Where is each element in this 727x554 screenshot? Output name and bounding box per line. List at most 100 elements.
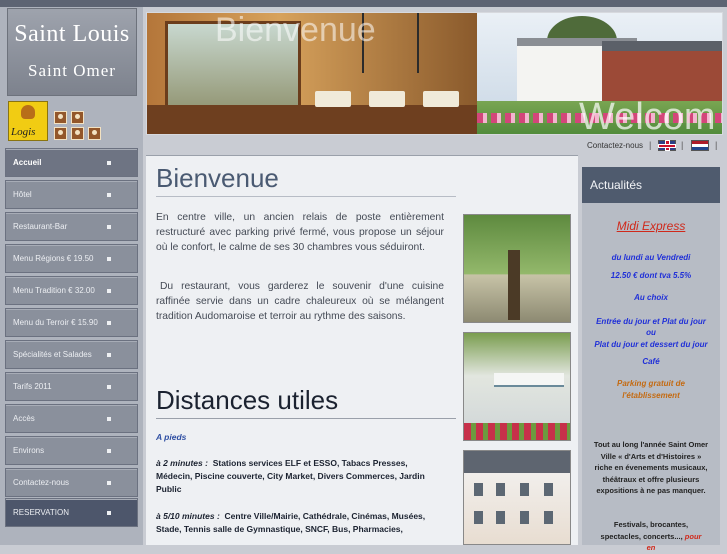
logis-logo: Logis bbox=[8, 101, 48, 141]
menu-item-menu-terroir[interactable]: Menu du Terroir € 15.90 bbox=[5, 308, 138, 337]
distance-2-minutes: à 2 minutes : Stations services ELF et E… bbox=[156, 457, 446, 496]
menu-item-hotel[interactable]: Hôtel bbox=[5, 180, 138, 209]
banner-overlay-text: Bienvenue bbox=[215, 12, 376, 49]
menu-item-contact[interactable]: Contactez-nous bbox=[5, 468, 138, 497]
window bbox=[520, 483, 529, 496]
distances-title: Distances utiles bbox=[156, 385, 339, 415]
separator: | bbox=[715, 140, 718, 150]
intro-paragraph: En centre ville, un ancien relais de pos… bbox=[156, 212, 444, 253]
bullet-icon bbox=[107, 289, 111, 293]
window bbox=[496, 483, 505, 496]
chimney-rating-icon bbox=[71, 111, 84, 124]
menu-item-environs[interactable]: Environs bbox=[5, 436, 138, 465]
logo-line-1: Saint Louis bbox=[14, 21, 130, 47]
midi-express-link[interactable]: Midi Express bbox=[582, 219, 720, 233]
walking-subtitle: A pieds bbox=[156, 432, 187, 442]
dutch-flag-icon[interactable] bbox=[691, 140, 709, 151]
bullet-icon bbox=[107, 225, 111, 229]
parking-note: Parking gratuit de l'établissement bbox=[616, 379, 685, 400]
dining-table bbox=[315, 91, 351, 107]
menu-item-tarifs[interactable]: Tarifs 2011 bbox=[5, 372, 138, 401]
window bbox=[544, 511, 553, 524]
menu-label: Spécialités et Salades bbox=[13, 350, 92, 359]
festivals-note: Festivals, brocantes, spectacles, concer… bbox=[582, 519, 720, 554]
chimney-rating-icon bbox=[54, 127, 67, 140]
divider bbox=[156, 196, 456, 197]
menu-item-menu-tradition[interactable]: Menu Tradition € 32.00 bbox=[5, 276, 138, 305]
dining-table bbox=[369, 91, 405, 107]
header-banner: Bienvenue Welcom bbox=[146, 12, 723, 135]
menu-item-specialites[interactable]: Spécialités et Salades bbox=[5, 340, 138, 369]
bullet-icon bbox=[107, 385, 111, 389]
menu-item-reservation[interactable]: RESERVATION bbox=[5, 498, 138, 527]
restaurant-paragraph: Du restaurant, vous garderez le souvenir… bbox=[156, 281, 444, 322]
building bbox=[602, 41, 722, 103]
divider bbox=[156, 418, 456, 419]
dining-table bbox=[423, 91, 459, 107]
bullet-icon bbox=[107, 321, 111, 325]
menu-label: Menu Régions € 19.50 bbox=[13, 254, 94, 263]
logis-emblem-icon bbox=[21, 105, 35, 119]
distance-5-10-minutes: à 5/10 minutes : Centre Ville/Mairie, Ca… bbox=[156, 510, 446, 536]
lamp bbox=[417, 13, 419, 73]
logo-line-2: Saint Omer bbox=[28, 61, 116, 80]
bullet-icon bbox=[107, 161, 111, 165]
menu-label: Accueil bbox=[13, 158, 42, 167]
menu-label: Environs bbox=[13, 446, 45, 455]
window bbox=[474, 483, 483, 496]
facade-photo bbox=[463, 450, 571, 545]
bullet-icon bbox=[107, 193, 111, 197]
menu-label: Restaurant-Bar bbox=[13, 222, 68, 231]
logis-label: Logis bbox=[11, 126, 36, 138]
menu-item-menu-regions[interactable]: Menu Régions € 19.50 bbox=[5, 244, 138, 273]
distance-lead: à 2 minutes : bbox=[156, 458, 208, 468]
menu-label: Menu Tradition € 32.00 bbox=[13, 286, 95, 295]
contact-link[interactable]: Contactez-nous bbox=[587, 141, 643, 150]
menu-label: Menu du Terroir € 15.90 bbox=[13, 318, 98, 327]
awning bbox=[494, 373, 564, 387]
news-line: du lundi au Vendredi bbox=[611, 253, 691, 262]
festivals-text: Festivals, brocantes, spectacles, concer… bbox=[600, 520, 689, 541]
bullet-icon bbox=[107, 481, 111, 485]
menu-label: Accès bbox=[13, 414, 35, 423]
hotel-logo[interactable]: Saint Louis Saint Omer bbox=[7, 8, 137, 96]
tree-trunk bbox=[508, 250, 520, 320]
page-title: Bienvenue bbox=[156, 163, 279, 193]
menu-label: RESERVATION bbox=[13, 508, 70, 517]
news-line: Entrée du jour et Plat du jour bbox=[596, 317, 706, 326]
menu-label: Tarifs 2011 bbox=[13, 382, 52, 391]
flower-bed bbox=[464, 423, 570, 440]
separator: | bbox=[649, 140, 652, 150]
events-note: Tout au long l'année Saint Omer Ville « … bbox=[593, 440, 709, 495]
news-line: Café bbox=[642, 357, 660, 366]
news-header: Actualités bbox=[582, 167, 720, 203]
chimney-rating-icon bbox=[54, 111, 67, 124]
restaurant-floor bbox=[147, 105, 477, 134]
window bbox=[474, 511, 483, 524]
bullet-icon bbox=[107, 449, 111, 453]
bullet-icon bbox=[107, 417, 111, 421]
menu-item-restaurant-bar[interactable]: Restaurant-Bar bbox=[5, 212, 138, 241]
roof bbox=[464, 451, 570, 473]
banner-overlay-text: Welcom bbox=[579, 96, 716, 135]
bullet-icon bbox=[107, 511, 111, 515]
window bbox=[520, 511, 529, 524]
garden-photo bbox=[463, 214, 571, 323]
distance-lead: à 5/10 minutes : bbox=[156, 511, 220, 521]
english-flag-icon[interactable] bbox=[658, 140, 676, 151]
menu-label: Contactez-nous bbox=[13, 478, 70, 487]
news-line: ou bbox=[646, 328, 656, 337]
menu-item-accueil[interactable]: Accueil bbox=[5, 148, 138, 177]
news-line: Plat du jour et dessert du jour bbox=[594, 340, 708, 349]
window bbox=[544, 483, 553, 496]
news-line: 12.50 € dont tva 5.5% bbox=[610, 271, 692, 280]
news-line: Au choix bbox=[634, 293, 668, 302]
news-title: Actualités bbox=[590, 178, 643, 192]
menu-label: Hôtel bbox=[13, 190, 32, 199]
menu-item-acces[interactable]: Accès bbox=[5, 404, 138, 433]
chimney-rating-icon bbox=[88, 127, 101, 140]
bullet-icon bbox=[107, 257, 111, 261]
bullet-icon bbox=[107, 353, 111, 357]
top-bar bbox=[0, 0, 727, 7]
window bbox=[496, 511, 505, 524]
